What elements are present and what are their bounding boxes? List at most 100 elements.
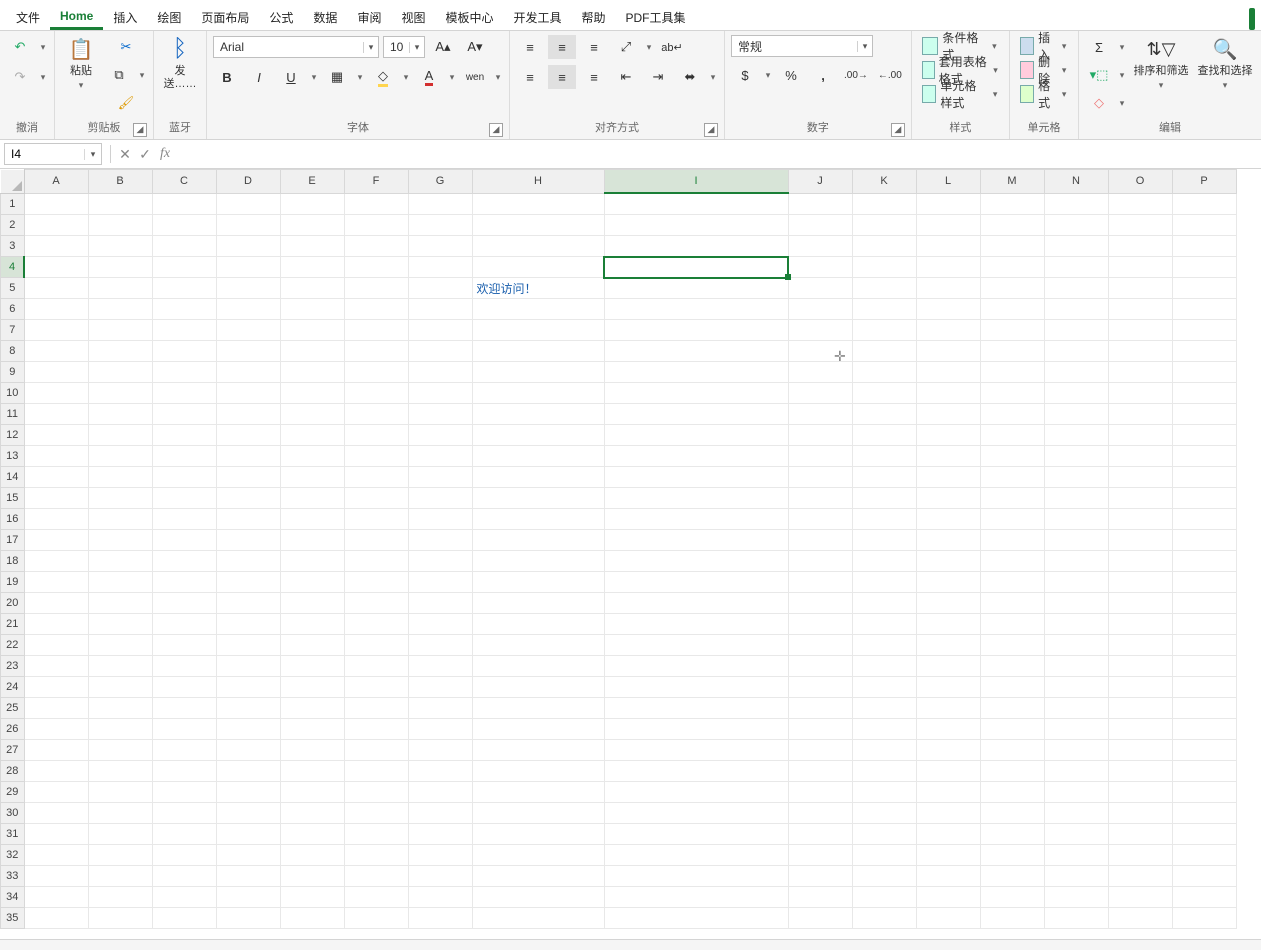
cell[interactable] xyxy=(344,488,408,509)
cell[interactable] xyxy=(1044,299,1108,320)
cell[interactable] xyxy=(1108,446,1172,467)
cell[interactable] xyxy=(980,530,1044,551)
cell[interactable] xyxy=(916,593,980,614)
cell[interactable] xyxy=(788,404,852,425)
fill-color-button[interactable]: ◇ xyxy=(369,65,397,89)
cell[interactable] xyxy=(344,635,408,656)
cell[interactable] xyxy=(280,488,344,509)
cell[interactable] xyxy=(152,488,216,509)
cell[interactable] xyxy=(472,761,604,782)
cell[interactable] xyxy=(472,299,604,320)
cell[interactable] xyxy=(88,509,152,530)
cell[interactable] xyxy=(604,866,788,887)
cell[interactable] xyxy=(1108,866,1172,887)
cell[interactable] xyxy=(1108,824,1172,845)
cell[interactable] xyxy=(344,740,408,761)
cell[interactable] xyxy=(788,215,852,236)
clipboard-launcher[interactable]: ◢ xyxy=(133,123,147,137)
accounting-dropdown[interactable]: ▾ xyxy=(763,70,773,81)
cell[interactable] xyxy=(152,656,216,677)
cell[interactable] xyxy=(1044,278,1108,299)
cell[interactable] xyxy=(152,236,216,257)
cell[interactable] xyxy=(24,193,88,215)
format-painter-button[interactable]: 🖌 xyxy=(105,91,147,115)
cell[interactable] xyxy=(1172,425,1236,446)
cell[interactable] xyxy=(152,572,216,593)
cell[interactable] xyxy=(852,320,916,341)
cell[interactable] xyxy=(280,740,344,761)
cell[interactable] xyxy=(216,509,280,530)
cell[interactable] xyxy=(408,866,472,887)
cell[interactable] xyxy=(1108,782,1172,803)
cell[interactable] xyxy=(344,467,408,488)
cell[interactable] xyxy=(916,761,980,782)
cell[interactable] xyxy=(1172,467,1236,488)
cell[interactable] xyxy=(788,845,852,866)
cell[interactable] xyxy=(1044,908,1108,929)
cell[interactable] xyxy=(408,509,472,530)
border-dropdown[interactable]: ▾ xyxy=(355,72,365,83)
cell[interactable] xyxy=(472,908,604,929)
cell[interactable] xyxy=(788,193,852,215)
autosum-button[interactable]: Σ xyxy=(1085,35,1113,59)
cell[interactable] xyxy=(88,278,152,299)
cell[interactable] xyxy=(152,278,216,299)
cell[interactable] xyxy=(408,193,472,215)
name-box-dropdown[interactable]: ▾ xyxy=(84,149,101,160)
cut-button[interactable]: ✂ xyxy=(105,35,147,59)
column-header[interactable]: A xyxy=(24,170,88,194)
cell[interactable] xyxy=(24,782,88,803)
chevron-down-icon[interactable]: ▾ xyxy=(1156,80,1166,91)
cell[interactable] xyxy=(88,341,152,362)
cell[interactable] xyxy=(916,782,980,803)
cell[interactable] xyxy=(216,299,280,320)
cell[interactable] xyxy=(1108,698,1172,719)
chevron-down-icon[interactable]: ▾ xyxy=(1060,89,1068,100)
cell[interactable] xyxy=(216,488,280,509)
cell[interactable] xyxy=(788,425,852,446)
cell[interactable] xyxy=(1044,383,1108,404)
cell[interactable] xyxy=(280,614,344,635)
cell[interactable] xyxy=(344,593,408,614)
cell[interactable] xyxy=(1172,383,1236,404)
cell[interactable] xyxy=(88,677,152,698)
cell[interactable] xyxy=(408,656,472,677)
cell[interactable] xyxy=(788,509,852,530)
cell[interactable] xyxy=(344,383,408,404)
cell[interactable] xyxy=(604,278,788,299)
cell[interactable] xyxy=(216,908,280,929)
cell[interactable] xyxy=(788,824,852,845)
cell[interactable] xyxy=(216,320,280,341)
row-header[interactable]: 3 xyxy=(1,236,25,257)
cell[interactable] xyxy=(24,215,88,236)
cell[interactable] xyxy=(472,488,604,509)
cell[interactable] xyxy=(408,530,472,551)
cell[interactable] xyxy=(604,215,788,236)
cell[interactable] xyxy=(788,236,852,257)
row-header[interactable]: 25 xyxy=(1,698,25,719)
cell[interactable] xyxy=(472,320,604,341)
cell[interactable] xyxy=(472,677,604,698)
cell[interactable] xyxy=(1108,467,1172,488)
cell[interactable] xyxy=(852,446,916,467)
cell[interactable] xyxy=(344,782,408,803)
column-header[interactable]: E xyxy=(280,170,344,194)
cell[interactable] xyxy=(472,866,604,887)
cell[interactable] xyxy=(88,257,152,278)
cell[interactable] xyxy=(916,887,980,908)
cell[interactable] xyxy=(916,824,980,845)
cell[interactable] xyxy=(152,551,216,572)
cell[interactable] xyxy=(980,299,1044,320)
tab-home[interactable]: Home xyxy=(50,3,103,30)
cell[interactable] xyxy=(1108,635,1172,656)
cell[interactable] xyxy=(280,467,344,488)
cell[interactable] xyxy=(280,845,344,866)
cell[interactable] xyxy=(604,782,788,803)
cell[interactable] xyxy=(604,341,788,362)
cell[interactable] xyxy=(788,299,852,320)
row-header[interactable]: 18 xyxy=(1,551,25,572)
font-size-combo[interactable]: 10▾ xyxy=(383,36,425,58)
cell[interactable] xyxy=(472,467,604,488)
cell[interactable] xyxy=(980,803,1044,824)
name-box[interactable]: ▾ xyxy=(4,143,102,165)
